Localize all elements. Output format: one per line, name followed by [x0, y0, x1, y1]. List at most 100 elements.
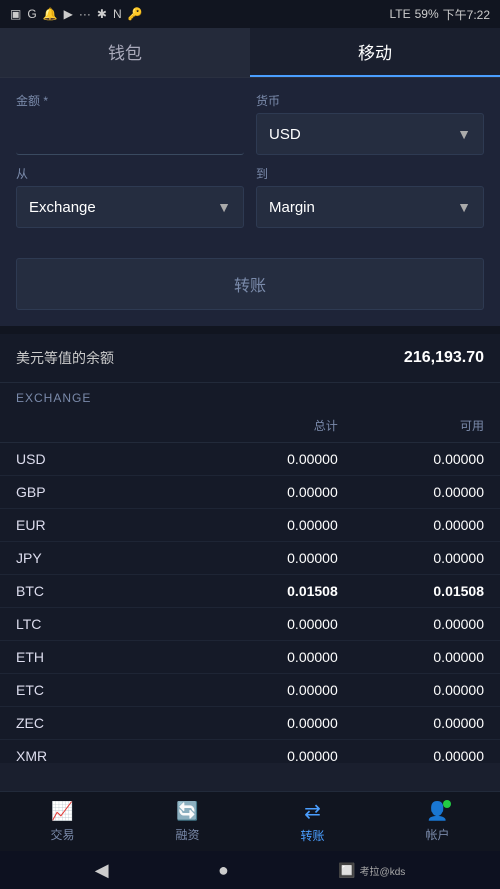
- divider: [0, 326, 500, 334]
- system-nav: ◀ ● 🔲 考拉@kds: [0, 851, 500, 889]
- to-value: Margin: [269, 199, 315, 216]
- transfer-btn-area: 转账: [0, 248, 500, 326]
- nav-icon-3: 👤: [426, 800, 448, 823]
- play-icon: ▶: [64, 7, 73, 21]
- app-icon-2: G: [27, 7, 36, 21]
- notification-icon: 🔔: [43, 7, 58, 21]
- row-available: 0.01508: [338, 583, 484, 599]
- signal-label: LTE: [389, 7, 410, 21]
- table-header: 总计 可用: [0, 409, 500, 443]
- nav-item-转账[interactable]: ⇄ 转账: [250, 792, 375, 851]
- table-row: EUR 0.00000 0.00000: [0, 509, 500, 542]
- exchange-section: EXCHANGE 总计 可用 USD 0.00000 0.00000 GBP 0…: [0, 383, 500, 763]
- top-tabs: 钱包 移动: [0, 28, 500, 78]
- row-total: 0.00000: [192, 715, 338, 731]
- row-total: 0.00000: [192, 748, 338, 763]
- balance-label: 美元等值的余额: [16, 348, 114, 368]
- bottom-nav: 📈 交易 🔄 融资 ⇄ 转账 👤 帐户: [0, 791, 500, 851]
- from-dropdown[interactable]: Exchange ▼: [16, 186, 244, 228]
- balance-summary: 美元等值的余额 216,193.70: [0, 334, 500, 383]
- nav-label-2: 转账: [300, 827, 324, 844]
- col-header-available: 可用: [338, 417, 484, 434]
- table-row: LTC 0.00000 0.00000: [0, 608, 500, 641]
- tab-wallet[interactable]: 钱包: [0, 28, 250, 77]
- nav-icon-1: 🔄: [176, 800, 198, 823]
- form-row-2: 从 Exchange ▼ 到 Margin ▼: [16, 165, 484, 228]
- row-available: 0.00000: [338, 748, 484, 763]
- row-name: USD: [16, 451, 192, 467]
- row-name: LTC: [16, 616, 192, 632]
- back-button[interactable]: ◀: [95, 860, 109, 881]
- nav-item-帐户[interactable]: 👤 帐户: [375, 792, 500, 851]
- to-field: 到 Margin ▼: [256, 165, 484, 228]
- row-total: 0.00000: [192, 517, 338, 533]
- key-icon: 🔑: [128, 7, 143, 21]
- col-header-total: 总计: [192, 417, 338, 434]
- battery-label: 59%: [415, 7, 439, 21]
- table-row: GBP 0.00000 0.00000: [0, 476, 500, 509]
- tab-mobile[interactable]: 移动: [250, 28, 500, 77]
- row-name: BTC: [16, 583, 192, 599]
- row-available: 0.00000: [338, 682, 484, 698]
- tab-mobile-label: 移动: [358, 39, 392, 64]
- more-icon: ···: [79, 7, 91, 21]
- currency-label: 货币: [256, 92, 484, 109]
- currency-value: USD: [269, 126, 301, 143]
- nav-item-融资[interactable]: 🔄 融资: [125, 792, 250, 851]
- app-icon-1: ▣: [10, 7, 21, 21]
- nav-item-交易[interactable]: 📈 交易: [0, 792, 125, 851]
- row-available: 0.00000: [338, 649, 484, 665]
- table-row: ETH 0.00000 0.00000: [0, 641, 500, 674]
- row-name: ETC: [16, 682, 192, 698]
- amount-input[interactable]: [16, 113, 244, 155]
- nav-label-1: 融资: [175, 826, 199, 843]
- col-header-name: [16, 417, 192, 434]
- amount-label: 金额 *: [16, 92, 244, 109]
- exchange-section-label: EXCHANGE: [0, 383, 500, 409]
- amount-field: 金额 *: [16, 92, 244, 155]
- status-left-icons: ▣ G 🔔 ▶ ··· ✱ N 🔑: [10, 7, 143, 21]
- currency-dropdown[interactable]: USD ▼: [256, 113, 484, 155]
- row-total: 0.00000: [192, 616, 338, 632]
- to-label: 到: [256, 165, 484, 182]
- row-available: 0.00000: [338, 451, 484, 467]
- time-label: 下午7:22: [443, 6, 490, 23]
- row-name: JPY: [16, 550, 192, 566]
- from-field: 从 Exchange ▼: [16, 165, 244, 228]
- tab-wallet-label: 钱包: [108, 39, 142, 64]
- from-value: Exchange: [29, 199, 96, 216]
- row-name: EUR: [16, 517, 192, 533]
- nav-label-0: 交易: [50, 826, 74, 843]
- row-total: 0.00000: [192, 649, 338, 665]
- table-row: JPY 0.00000 0.00000: [0, 542, 500, 575]
- row-name: GBP: [16, 484, 192, 500]
- form-area: 金额 * 货币 USD ▼ 从 Exchange ▼ 到 Margin: [0, 78, 500, 248]
- row-total: 0.00000: [192, 682, 338, 698]
- currency-field: 货币 USD ▼: [256, 92, 484, 155]
- from-arrow-icon: ▼: [217, 199, 231, 215]
- form-row-1: 金额 * 货币 USD ▼: [16, 92, 484, 155]
- table-row: ZEC 0.00000 0.00000: [0, 707, 500, 740]
- from-label: 从: [16, 165, 244, 182]
- bluetooth-icon: ✱: [97, 7, 107, 21]
- transfer-button[interactable]: 转账: [16, 258, 484, 310]
- nav-label-3: 帐户: [425, 826, 449, 843]
- balance-value: 216,193.70: [404, 349, 484, 367]
- recents-button[interactable]: 🔲 考拉@kds: [338, 862, 405, 879]
- home-button[interactable]: ●: [218, 860, 229, 881]
- status-bar: ▣ G 🔔 ▶ ··· ✱ N 🔑 LTE 59% 下午7:22: [0, 0, 500, 28]
- nav-icon-2: ⇄: [304, 799, 321, 824]
- table-row: ETC 0.00000 0.00000: [0, 674, 500, 707]
- row-available: 0.00000: [338, 616, 484, 632]
- table-row: BTC 0.01508 0.01508: [0, 575, 500, 608]
- row-available: 0.00000: [338, 517, 484, 533]
- nav-icon-0: 📈: [51, 800, 73, 823]
- nfc-icon: N: [113, 7, 122, 21]
- row-total: 0.00000: [192, 550, 338, 566]
- row-available: 0.00000: [338, 484, 484, 500]
- row-name: XMR: [16, 748, 192, 763]
- table-row: USD 0.00000 0.00000: [0, 443, 500, 476]
- to-dropdown[interactable]: Margin ▼: [256, 186, 484, 228]
- row-total: 0.00000: [192, 484, 338, 500]
- row-total: 0.01508: [192, 583, 338, 599]
